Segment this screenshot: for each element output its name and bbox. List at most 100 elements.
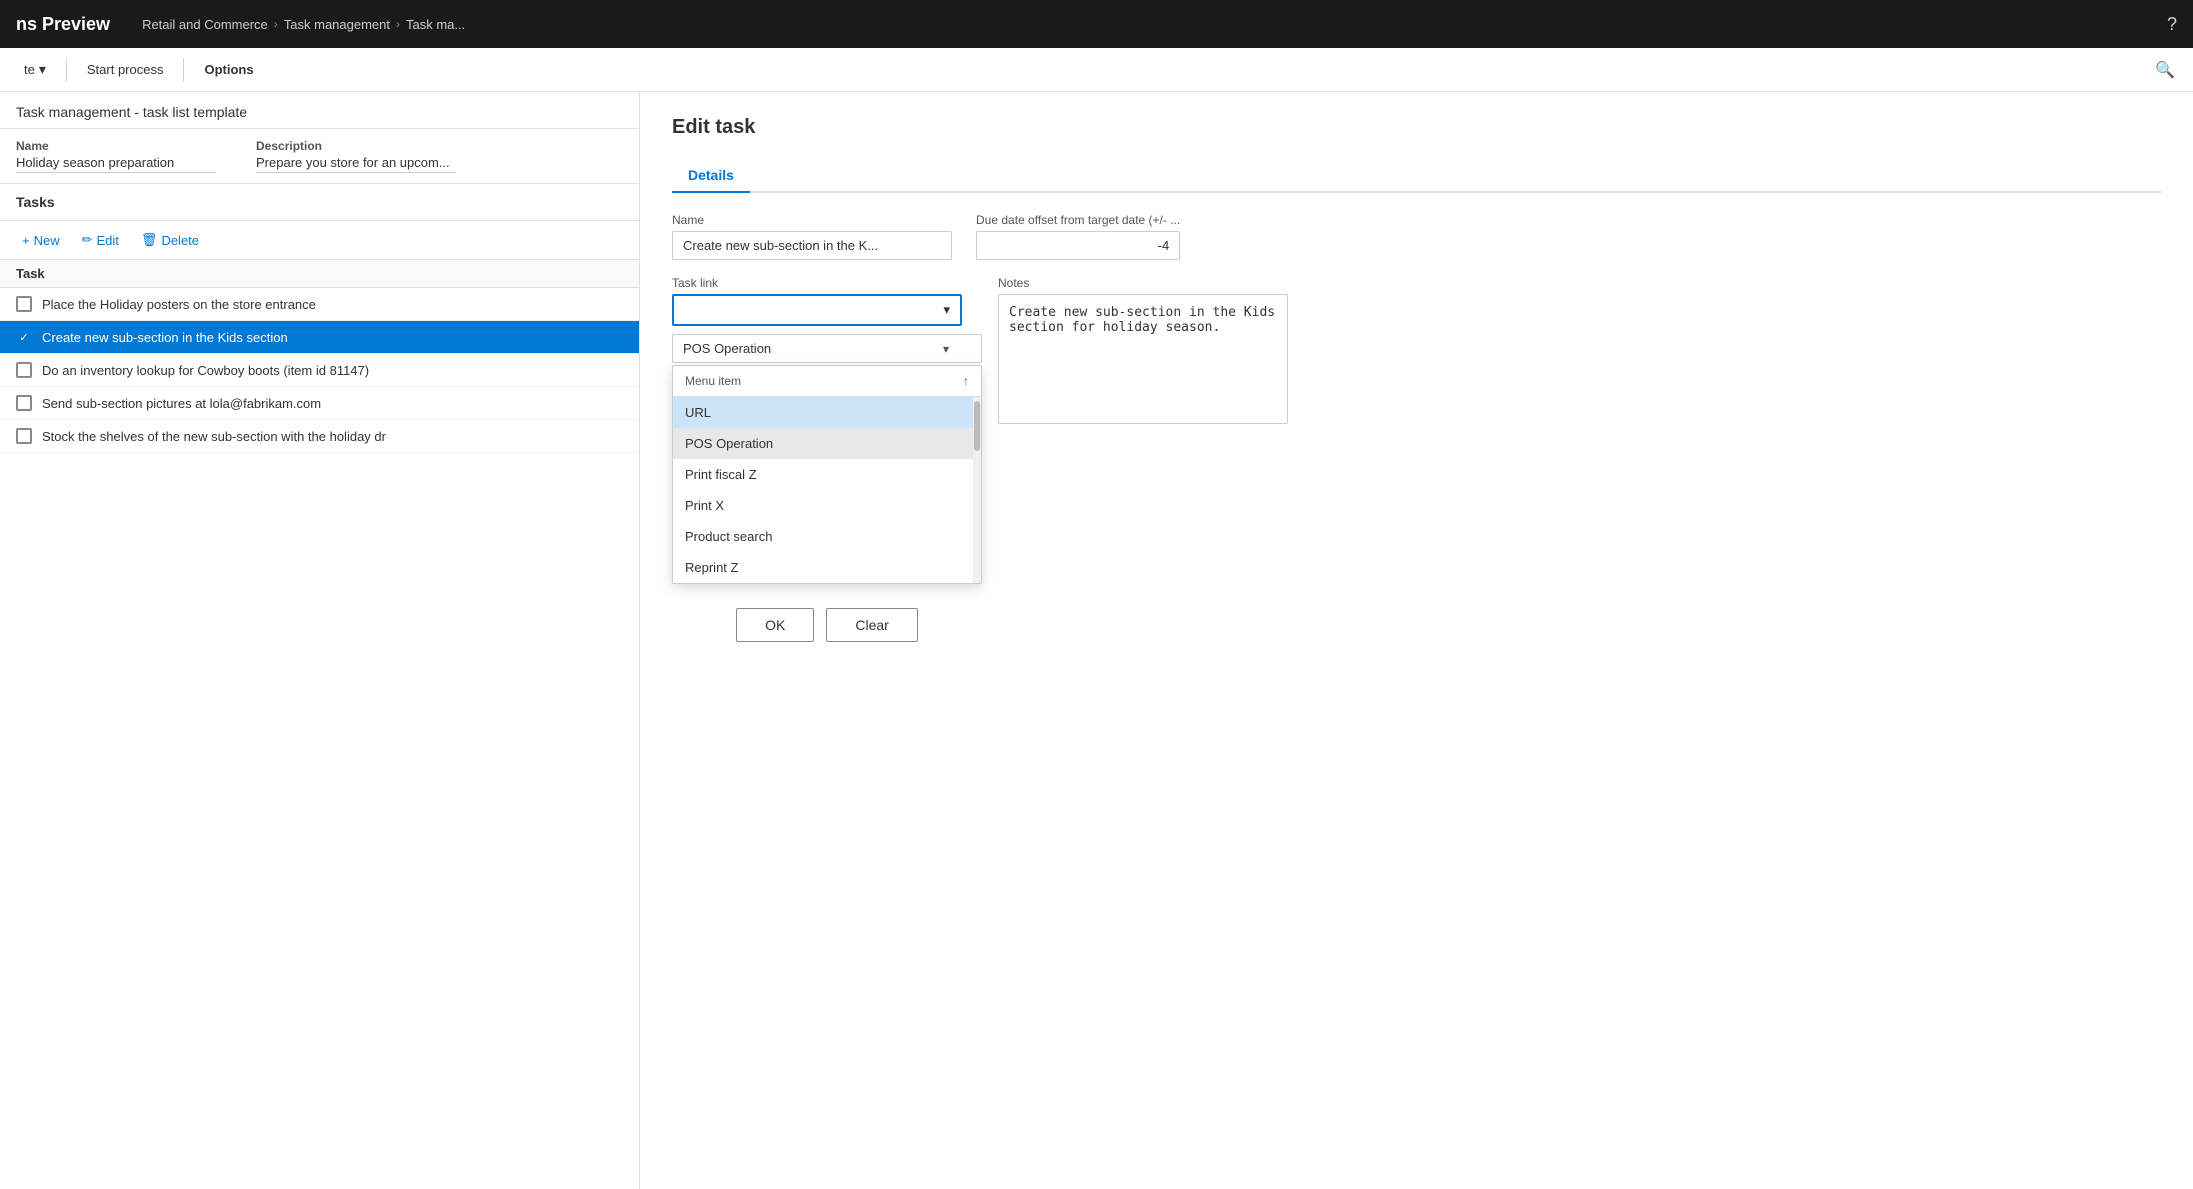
name-field-group: Name Holiday season preparation — [16, 139, 216, 173]
dropdown-list-header: Menu item ↑ — [673, 366, 981, 397]
task-row[interactable]: Place the Holiday posters on the store e… — [0, 288, 639, 321]
task-checkbox-4[interactable] — [16, 395, 32, 411]
check-icon: ✓ — [19, 331, 28, 344]
panel-title: Edit task — [672, 116, 2161, 139]
task-checkbox-3[interactable] — [16, 362, 32, 378]
name-label: Name — [16, 139, 216, 153]
dropdown-item-product-search[interactable]: Product search — [673, 521, 981, 552]
delete-label: Delete — [161, 233, 199, 248]
dropdown-item-print-fiscal-z[interactable]: Print fiscal Z — [673, 459, 981, 490]
task-header-label: Task — [16, 266, 45, 281]
notes-label: Notes — [998, 276, 1288, 290]
tasks-list: Task Place the Holiday posters on the st… — [0, 260, 639, 1189]
dropdown-scroll-area: URL POS Operation Print fiscal Z Print X — [673, 397, 981, 583]
chevron-down-icon: ▾ — [39, 61, 46, 78]
task-checkbox-5[interactable] — [16, 428, 32, 444]
dropdown-item-pos-operation[interactable]: POS Operation — [673, 428, 981, 459]
toolbar-separator-1 — [66, 58, 67, 82]
dropdown-item-reprint-z[interactable]: Reprint Z — [673, 552, 981, 583]
left-panel: Task management - task list template Nam… — [0, 92, 640, 1189]
delete-task-button[interactable]: 🗑 Delete — [131, 227, 209, 253]
new-task-button[interactable]: + New — [12, 228, 70, 253]
tab-details[interactable]: Details — [672, 159, 750, 193]
search-icon-button[interactable]: 🔍 — [2149, 54, 2181, 86]
task-checkbox-2[interactable]: ✓ — [16, 329, 32, 345]
options-button[interactable]: Options — [192, 56, 265, 83]
delete-icon: 🗑 — [141, 232, 158, 248]
tasklink-notes-row: Task link ▾ POS Operation ▾ Menu ite — [672, 276, 2161, 650]
update-button[interactable]: te ▾ — [12, 55, 58, 84]
search-icon: 🔍 — [2155, 62, 2175, 79]
help-icon[interactable]: ? — [2167, 14, 2177, 35]
task-text-1: Place the Holiday posters on the store e… — [42, 297, 316, 312]
task-checkbox-1[interactable] — [16, 296, 32, 312]
task-link-select[interactable]: ▾ — [672, 294, 962, 326]
dialog-buttons: OK Clear — [672, 608, 982, 642]
duedate-input[interactable] — [976, 231, 1180, 260]
dropdown-col-label: Menu item — [685, 374, 741, 388]
task-header-row: Task — [0, 260, 639, 288]
name-form-label: Name — [672, 213, 952, 227]
dropdown-value: POS Operation — [683, 341, 771, 356]
edit-task-button[interactable]: ✏ Edit — [72, 227, 129, 253]
toolbar: te ▾ Start process Options 🔍 — [0, 48, 2193, 92]
dropdown-scroll-thumb — [974, 401, 980, 451]
main-layout: Task management - task list template Nam… — [0, 92, 2193, 1189]
tasks-actions: + New ✏ Edit 🗑 Delete — [0, 221, 639, 260]
edit-label: Edit — [97, 233, 119, 248]
task-row[interactable]: ✓ Create new sub-section in the Kids sec… — [0, 321, 639, 354]
new-icon: + — [22, 233, 30, 248]
breadcrumb-sep-1: › — [274, 17, 278, 31]
dropdown-area: POS Operation ▾ Menu item ↑ URL — [672, 334, 982, 642]
options-label: Options — [204, 62, 253, 77]
start-process-label: Start process — [87, 62, 164, 77]
edit-icon: ✏ — [82, 232, 93, 248]
name-duedate-row: Name Due date offset from target date (+… — [672, 213, 2161, 260]
breadcrumb-sep-2: › — [396, 17, 400, 31]
name-group: Name — [672, 213, 952, 260]
dropdown-selected[interactable]: POS Operation ▾ — [672, 334, 982, 363]
top-nav: ns Preview Retail and Commerce › Task ma… — [0, 0, 2193, 48]
name-input[interactable] — [672, 231, 952, 260]
tasks-section: Tasks + New ✏ Edit 🗑 Delete Task — [0, 184, 639, 1189]
duedate-group: Due date offset from target date (+/- ..… — [976, 213, 1180, 260]
page-title-bar: Task management - task list template — [0, 92, 639, 129]
description-value: Prepare you store for an upcom... — [256, 155, 456, 173]
page-title: Task management - task list template — [16, 104, 247, 120]
description-field-group: Description Prepare you store for an upc… — [256, 139, 456, 173]
name-value: Holiday season preparation — [16, 155, 216, 173]
ok-button[interactable]: OK — [736, 608, 814, 642]
breadcrumb-item-2[interactable]: Task management — [284, 17, 390, 32]
toolbar-separator-2 — [183, 58, 184, 82]
tasks-header: Tasks — [0, 184, 639, 221]
dropdown-list: Menu item ↑ URL POS Operation Print f — [672, 365, 982, 584]
right-panel: Edit task Details Name Due date offset f… — [640, 92, 2193, 1189]
tasklink-label: Task link — [672, 276, 982, 290]
task-text-5: Stock the shelves of the new sub-section… — [42, 429, 386, 444]
dropdown-chevron-icon: ▾ — [943, 342, 949, 356]
notes-textarea[interactable]: Create new sub-section in the Kids secti… — [998, 294, 1288, 424]
new-label: New — [34, 233, 60, 248]
start-process-button[interactable]: Start process — [75, 56, 176, 83]
duedate-label: Due date offset from target date (+/- ..… — [976, 213, 1180, 227]
dropdown-item-url[interactable]: URL — [673, 397, 981, 428]
task-text-3: Do an inventory lookup for Cowboy boots … — [42, 363, 369, 378]
task-text-2: Create new sub-section in the Kids secti… — [42, 330, 288, 345]
description-label: Description — [256, 139, 456, 153]
task-row[interactable]: Send sub-section pictures at lola@fabrik… — [0, 387, 639, 420]
breadcrumb-item-1[interactable]: Retail and Commerce — [142, 17, 268, 32]
clear-button[interactable]: Clear — [826, 608, 917, 642]
tasklink-group: Task link ▾ POS Operation ▾ Menu ite — [672, 276, 982, 642]
breadcrumb-item-3[interactable]: Task ma... — [406, 17, 465, 32]
dropdown-sort-icon[interactable]: ↑ — [963, 374, 969, 388]
task-text-4: Send sub-section pictures at lola@fabrik… — [42, 396, 321, 411]
tasklink-chevron-icon: ▾ — [943, 302, 950, 318]
task-row[interactable]: Do an inventory lookup for Cowboy boots … — [0, 354, 639, 387]
dropdown-scrollbar[interactable] — [973, 397, 981, 583]
breadcrumb: Retail and Commerce › Task management › … — [142, 17, 465, 32]
app-title: ns Preview — [16, 14, 110, 35]
tabs-row: Details — [672, 159, 2161, 193]
task-row[interactable]: Stock the shelves of the new sub-section… — [0, 420, 639, 453]
fields-row: Name Holiday season preparation Descript… — [0, 129, 639, 184]
dropdown-item-print-x[interactable]: Print X — [673, 490, 981, 521]
